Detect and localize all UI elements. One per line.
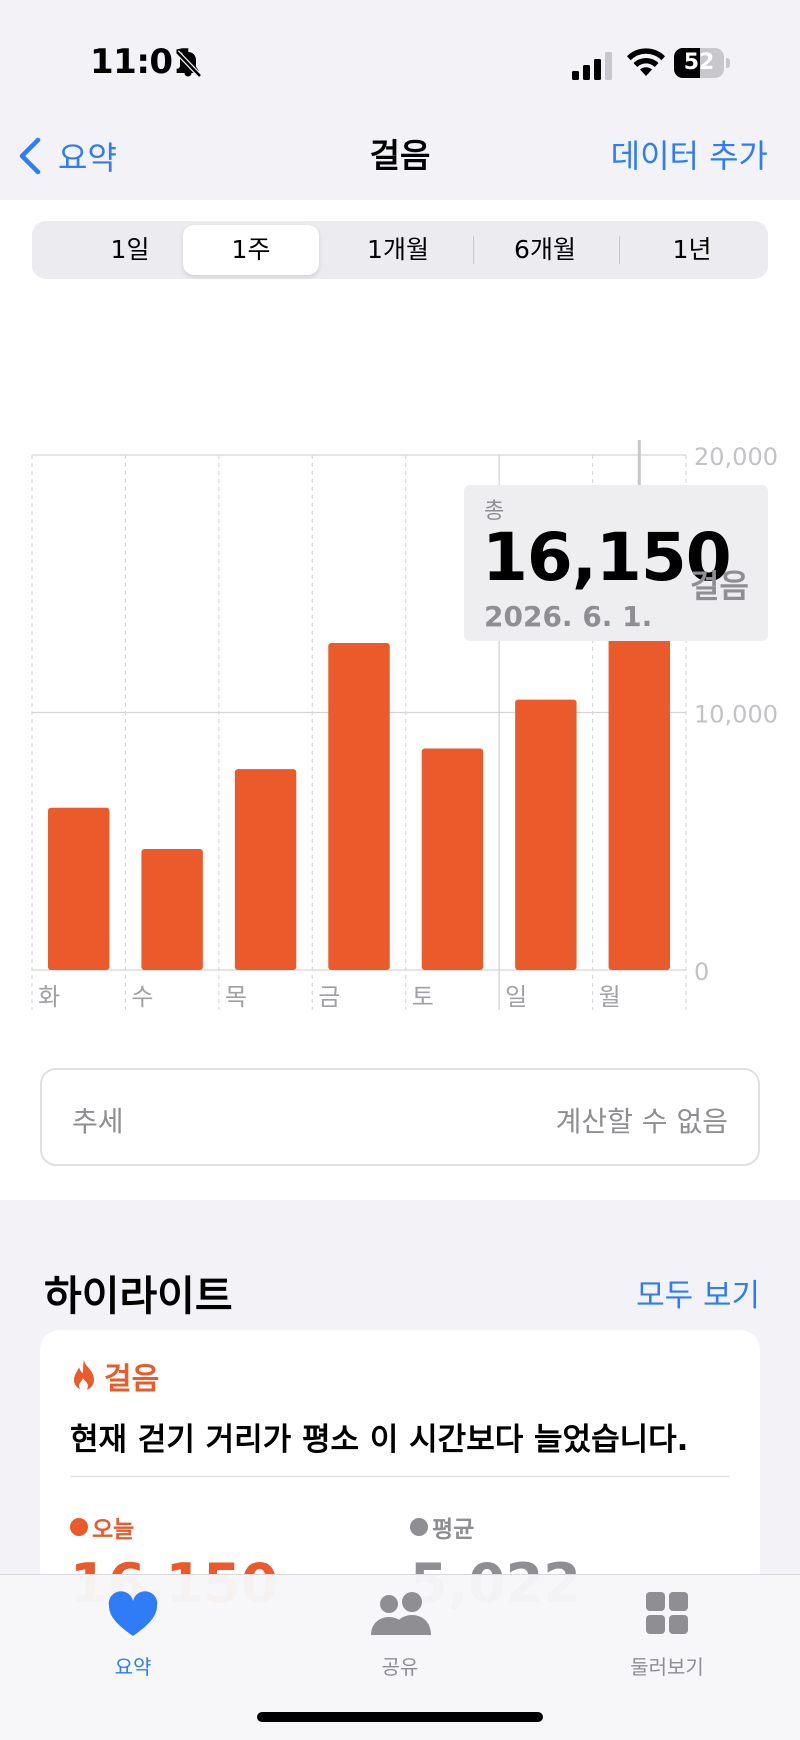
trend-value: 계산할 수 없음	[555, 1105, 728, 1138]
heart-icon	[108, 1591, 158, 1636]
flame-icon	[74, 1360, 94, 1391]
x-tick-label: 수	[131, 983, 153, 1011]
average-label: 평균	[432, 1517, 475, 1543]
tooltip-unit: 걸음	[690, 567, 749, 605]
x-tick-label: 월	[599, 983, 621, 1011]
x-tick-label: 금	[318, 983, 340, 1011]
tab-summary[interactable]: 요약	[53, 1589, 213, 1680]
highlight-category: 걸음	[70, 1354, 159, 1398]
bar-5[interactable]	[421, 748, 484, 970]
cellular-signal-icon	[572, 52, 612, 80]
selection-tooltip: 총 16,150 걸음 2026. 6. 1.	[464, 485, 768, 641]
battery-body: 52	[674, 48, 724, 78]
battery-icon: 52	[674, 48, 730, 78]
show-all-button[interactable]: 모두 보기	[636, 1270, 760, 1315]
tooltip-date: 2026. 6. 1.	[484, 600, 653, 633]
y-tick-label: 0	[694, 958, 709, 986]
today-label: 오늘	[92, 1517, 135, 1543]
trend-label: 추세	[72, 1105, 124, 1138]
highlight-divider	[70, 1476, 730, 1477]
average-legend: 평균	[410, 1510, 474, 1544]
home-indicator	[257, 1712, 543, 1722]
steps-bar-chart[interactable]: 0 10,000 20,000 화 수 목 금 토 일 월	[0, 200, 800, 1220]
tab-summary-label: 요약	[114, 1655, 152, 1679]
today-legend: 오늘	[70, 1510, 134, 1544]
average-dot	[410, 1518, 428, 1536]
wifi-icon	[627, 48, 665, 76]
trend-row[interactable]: 추세 계산할 수 없음	[40, 1068, 760, 1166]
battery-level: 52	[683, 50, 715, 75]
highlight-text: 현재 걷기 거리가 평소 이 시간보다 늘었습니다.	[70, 1422, 689, 1458]
bar-3[interactable]	[234, 769, 297, 970]
tab-sharing-label: 공유	[381, 1655, 419, 1679]
silent-bell-icon	[175, 50, 202, 78]
steps-content: 1일 1주 1개월 6개월 1년 0 10,000 20,000 화 수 목 금 토 일 월 총 …	[0, 200, 800, 1200]
status-bar: 11:01 52	[0, 0, 800, 120]
battery-tip	[726, 58, 730, 68]
bar-1[interactable]	[48, 807, 110, 970]
tab-browse[interactable]: 둘러보기	[587, 1589, 747, 1680]
grid-icon	[646, 1592, 688, 1634]
highlight-category-label: 걸음	[104, 1362, 160, 1397]
people-icon	[371, 1592, 431, 1635]
tab-sharing[interactable]: 공유	[320, 1589, 480, 1680]
x-tick-label: 일	[505, 983, 527, 1011]
x-tick-label: 화	[38, 983, 60, 1011]
add-data-button[interactable]: 데이터 추가	[611, 130, 768, 182]
health-steps-screen: 11:01 52 요약 걸음 데이터 추가 1일 1주 1개월 6개월 1년 0…	[0, 0, 800, 1740]
y-tick-label: 20,000	[694, 443, 778, 471]
tab-browse-label: 둘러보기	[630, 1655, 704, 1679]
today-dot	[70, 1518, 88, 1536]
y-tick-label: 10,000	[694, 701, 778, 729]
bar-6[interactable]	[515, 699, 577, 970]
highlights-title: 하이라이트	[44, 1272, 233, 1320]
bar-4[interactable]	[328, 642, 390, 970]
bar-2[interactable]	[141, 848, 203, 970]
x-tick-label: 토	[412, 983, 434, 1011]
x-tick-label: 목	[225, 983, 247, 1011]
